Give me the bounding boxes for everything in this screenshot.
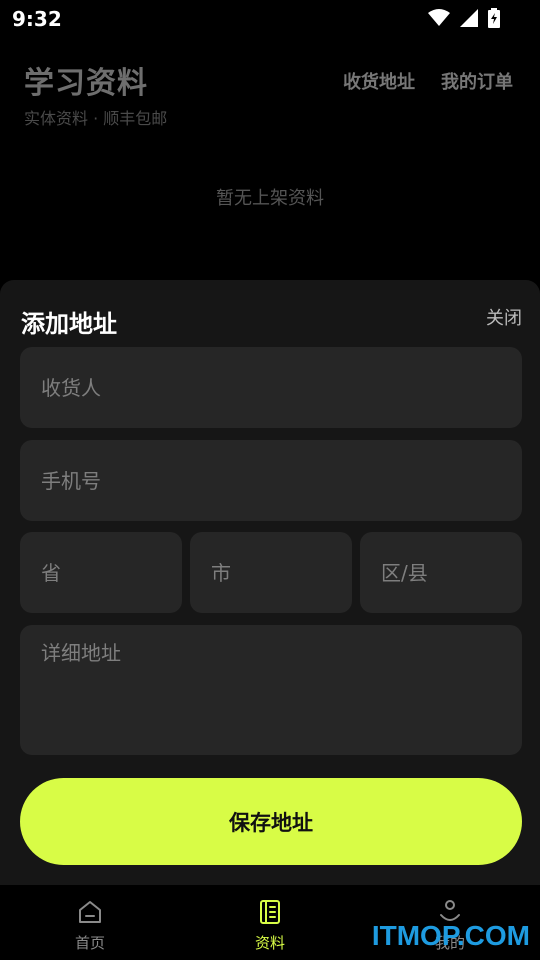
empty-state-text: 暂无上架资料 [216, 188, 324, 209]
status-icons [428, 8, 500, 28]
watermark-text: ITMOP.COM [371, 920, 530, 951]
nav-label-materials: 资料 [254, 934, 285, 952]
city-input[interactable] [190, 532, 352, 613]
screen: 9:32 学习资料 实体资料 · 顺丰包邮 收货地址 我的订单 暂无上架资料 添… [0, 0, 540, 960]
district-input[interactable] [360, 532, 522, 613]
status-time: 9:32 [12, 7, 62, 31]
close-button[interactable]: 关闭 [486, 304, 522, 330]
sheet-title: 添加地址 [21, 310, 117, 338]
wifi-icon [428, 9, 450, 26]
status-bar: 9:32 [0, 0, 540, 36]
page-title: 学习资料 [24, 66, 148, 101]
save-address-button[interactable]: 保存地址 [20, 778, 522, 865]
book-icon [260, 900, 280, 924]
home-icon [79, 901, 101, 923]
battery-charging-icon [488, 8, 500, 28]
cellular-icon [460, 9, 478, 27]
detail-address-input[interactable] [20, 625, 522, 755]
phone-input[interactable] [20, 440, 522, 521]
shipping-address-link[interactable]: 收货地址 [343, 68, 415, 94]
add-address-sheet: 添加地址 关闭 保存地址 [0, 280, 540, 885]
nav-item-home[interactable]: 首页 [0, 885, 180, 960]
nav-item-materials[interactable]: 资料 [180, 885, 360, 960]
page-subtitle: 实体资料 · 顺丰包邮 [24, 109, 168, 128]
my-orders-link[interactable]: 我的订单 [441, 68, 513, 94]
province-input[interactable] [20, 532, 182, 613]
recipient-input[interactable] [20, 347, 522, 428]
nav-label-home: 首页 [74, 934, 105, 952]
